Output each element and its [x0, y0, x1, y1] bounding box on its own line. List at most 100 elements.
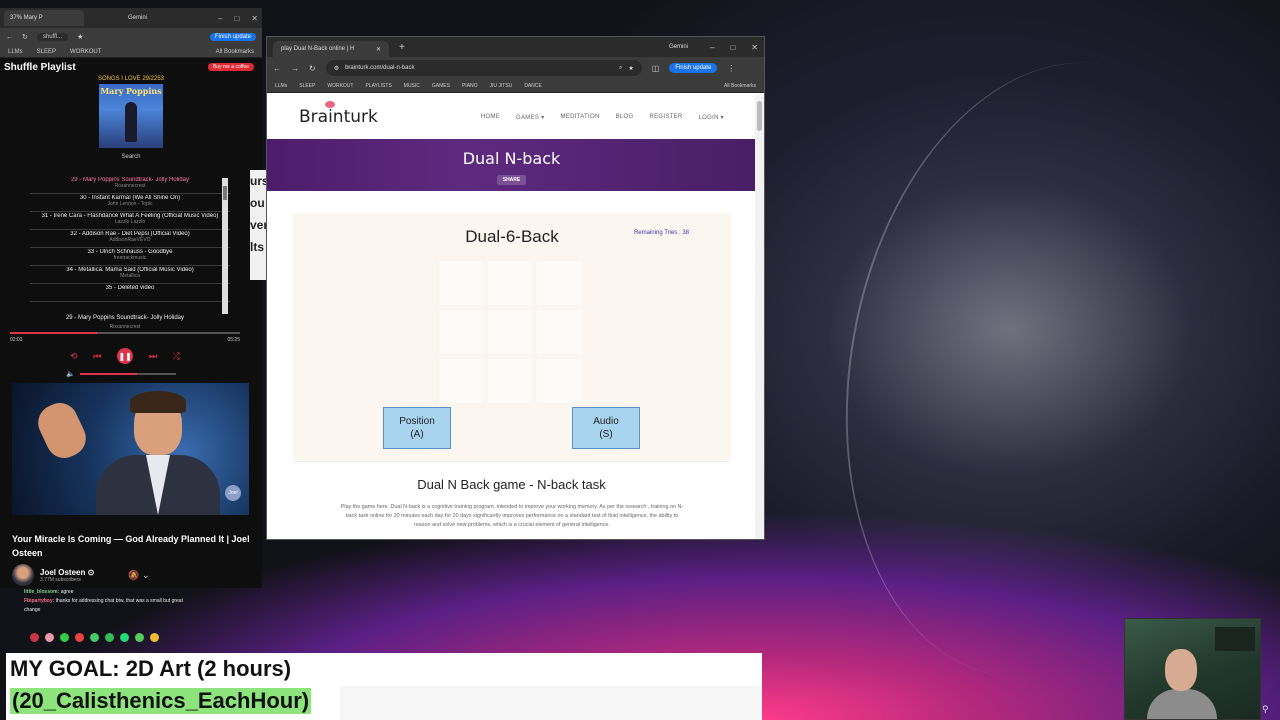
tray-icon[interactable]: ⚲ — [1262, 704, 1269, 715]
playlist-item[interactable]: 29 - Mary Poppins Soundtrack- Jolly Holi… — [30, 176, 230, 194]
main-browser-tab[interactable]: play Dual N-Back online | H ✕ — [273, 41, 389, 57]
address-bar[interactable]: ⚙ brainturk.com/dual-n-back ⌕ ★ — [325, 60, 642, 76]
minimize-icon[interactable]: – — [218, 14, 222, 23]
now-playing-artist: Roxannecrest — [109, 324, 141, 330]
playlist-scrollbar[interactable] — [222, 178, 228, 314]
video-player[interactable]: Joel — [12, 383, 249, 515]
next-icon[interactable]: ⏭ — [149, 351, 157, 362]
position-button-key: (A) — [410, 429, 424, 440]
bookmark-item[interactable]: MUSIC — [404, 83, 420, 89]
channel-watermark: Joel — [225, 485, 241, 501]
tab-close-icon[interactable]: ✕ — [376, 46, 381, 53]
main-toolbar: ← → ↻ ⚙ brainturk.com/dual-n-back ⌕ ★ ◫ … — [267, 57, 764, 79]
playlist-item[interactable]: 32 - Addison Rae - Diet Pepsi (Official … — [30, 230, 230, 248]
chat-user: little_blossom: — [24, 589, 60, 595]
back-icon[interactable]: ← — [273, 64, 281, 73]
bookmark-item[interactable]: PLAYLISTS — [365, 83, 391, 89]
webcam-person-body — [1147, 689, 1217, 719]
back-icon[interactable]: ← — [6, 34, 13, 41]
repeat-icon[interactable]: ⟲ — [70, 351, 78, 362]
emote-icon[interactable] — [30, 633, 39, 642]
brain-logo-icon — [325, 101, 335, 108]
extensions-icon[interactable]: ◫ — [652, 64, 660, 73]
site-info-icon[interactable]: ⚙ — [334, 65, 339, 72]
forward-icon[interactable]: → — [291, 64, 299, 73]
playlist-search[interactable]: Search — [0, 154, 262, 160]
emote-icon[interactable] — [120, 633, 129, 642]
emote-icon[interactable] — [75, 633, 84, 642]
chat-text: agree — [60, 589, 74, 595]
previous-icon[interactable]: ⏮ — [93, 351, 101, 362]
playlist-item[interactable]: 33 - Ulrich Schnauss - Goodbye freetrackm… — [30, 248, 230, 266]
volume-slider[interactable] — [79, 373, 176, 375]
bookmark-llms[interactable]: LLMs — [8, 49, 23, 55]
emote-icon[interactable] — [90, 633, 99, 642]
bookmark-workout[interactable]: WORKOUT — [70, 49, 101, 55]
nav-meditation[interactable]: MEDITATION — [560, 114, 599, 121]
nav-blog[interactable]: BLOG — [616, 114, 634, 121]
bookmark-sleep[interactable]: SLEEP — [37, 49, 56, 55]
goal-overlay: MY GOAL: 2D Art (2 hours) (20_Calistheni… — [6, 653, 762, 720]
finish-update-button[interactable]: Finish update — [669, 63, 718, 73]
song-artist: Roxannecrest — [114, 183, 146, 189]
new-tab-icon[interactable]: + — [399, 42, 405, 53]
left-address-bar[interactable]: shuffl... — [36, 33, 69, 41]
emote-icon[interactable] — [135, 633, 144, 642]
emote-icon[interactable] — [45, 633, 54, 642]
grid-cell — [488, 261, 532, 305]
volume-fill — [79, 373, 138, 375]
site-logo[interactable]: Brainturk — [299, 101, 378, 127]
playlist-item[interactable]: 30 - Instant Karma! (We All Shine On) Joh… — [30, 194, 230, 212]
gemini-button[interactable]: Gemini — [669, 44, 688, 50]
playlist-item[interactable]: 34 - Metallica: Mama Said (Official Musi… — [30, 266, 230, 284]
emote-icon[interactable] — [150, 633, 159, 642]
bookmark-all[interactable]: All Bookmarks — [724, 83, 756, 89]
shuffle-icon[interactable]: ⤮ — [173, 351, 180, 362]
now-playing-title: 29 - Mary Poppins Soundtrack- Jolly Holi… — [65, 315, 185, 321]
seek-bar[interactable] — [10, 332, 240, 334]
star-icon[interactable]: ★ — [77, 33, 83, 41]
nav-home[interactable]: HOME — [481, 114, 500, 121]
zoom-icon[interactable]: ⌕ — [619, 65, 622, 72]
audio-button[interactable]: Audio (S) — [572, 407, 640, 449]
nav-games[interactable]: GAMES ▾ — [516, 114, 544, 121]
left-browser-tab[interactable]: 37% Mary P — [4, 10, 84, 26]
close-icon[interactable]: ✕ — [251, 14, 258, 23]
video-title[interactable]: Your Miracle Is Coming — God Already Pla… — [12, 532, 252, 560]
maximize-icon[interactable]: □ — [730, 43, 735, 52]
star-icon[interactable]: ★ — [628, 65, 633, 72]
playlist-item[interactable]: 35 - Deleted video — [30, 284, 230, 302]
bookmark-item[interactable]: WORKOUT — [327, 83, 353, 89]
nav-login[interactable]: LOGIN ▾ — [699, 114, 724, 121]
emote-icon[interactable] — [60, 633, 69, 642]
coffee-button[interactable]: Buy me a coffee — [207, 63, 254, 71]
channel-avatar[interactable] — [12, 564, 34, 586]
volume-icon[interactable]: 🔈 — [66, 370, 75, 378]
share-button[interactable]: SHARE — [496, 175, 527, 185]
bookmark-item[interactable]: LLMs — [275, 83, 287, 89]
minimize-icon[interactable]: – — [710, 43, 714, 52]
bookmark-all[interactable]: All Bookmarks — [216, 49, 254, 55]
emote-icon[interactable] — [105, 633, 114, 642]
position-button[interactable]: Position (A) — [383, 407, 451, 449]
brainturk-page: Brainturk HOME GAMES ▾ MEDITATION BLOG R… — [267, 95, 756, 539]
gemini-button[interactable]: Gemini — [128, 15, 147, 21]
bookmark-item[interactable]: GAMES — [432, 83, 450, 89]
bookmark-item[interactable]: PIANO — [462, 83, 478, 89]
close-icon[interactable]: ✕ — [751, 43, 758, 52]
finish-update-button[interactable]: Finish update — [209, 33, 256, 41]
reload-icon[interactable]: ↻ — [22, 33, 28, 41]
nav-register[interactable]: REGISTER — [649, 114, 682, 121]
reload-icon[interactable]: ↻ — [309, 64, 316, 73]
channel-name[interactable]: Joel Osteen ⊙ — [40, 568, 94, 577]
page-scrollbar[interactable] — [755, 95, 764, 539]
bookmark-item[interactable]: SLEEP — [299, 83, 315, 89]
bookmark-item[interactable]: DANCE — [524, 83, 542, 89]
main-tab-bar: play Dual N-Back online | H ✕ + Gemini –… — [267, 37, 764, 57]
maximize-icon[interactable]: □ — [234, 14, 239, 23]
playlist-item[interactable]: 31 - Irene Cara - Flashdance What A Feel… — [30, 212, 230, 230]
pause-icon[interactable]: ❚❚ — [117, 348, 134, 364]
menu-icon[interactable]: ⋮ — [727, 64, 735, 73]
bookmark-item[interactable]: JIU JITSU — [490, 83, 513, 89]
bell-icon[interactable]: 🔕 ⌄ — [128, 570, 149, 581]
